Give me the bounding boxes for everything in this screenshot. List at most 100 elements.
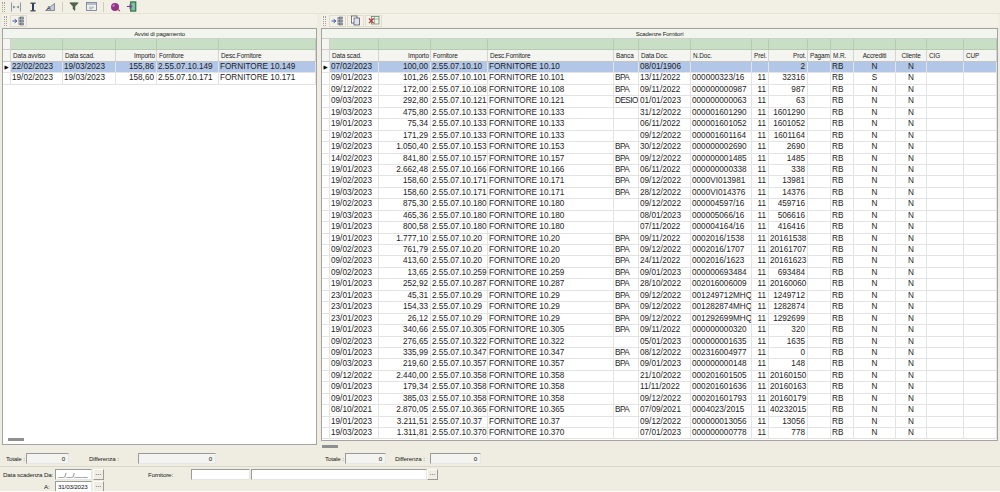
cell[interactable]: 09/03/2023	[330, 96, 379, 107]
cell[interactable]	[808, 199, 831, 210]
cell[interactable]: N	[854, 165, 896, 176]
row-selector-cell[interactable]	[322, 325, 330, 336]
cell[interactable]: 2.55.07.10.171	[431, 188, 488, 199]
row-selector-cell[interactable]	[322, 279, 330, 290]
cell[interactable]: BPA	[614, 291, 639, 302]
cell[interactable]: FORNITORE 10.20	[488, 245, 614, 256]
cell[interactable]: FORNITORE 10.157	[488, 154, 614, 165]
cell[interactable]: BPA	[614, 245, 639, 256]
cell[interactable]: 09/12/2022	[639, 176, 691, 187]
cell[interactable]: 11	[752, 279, 769, 290]
cell[interactable]: BPA	[614, 348, 639, 359]
cell[interactable]: 11	[752, 428, 769, 439]
cell[interactable]	[927, 73, 964, 84]
cell[interactable]: RB	[831, 314, 854, 325]
cell[interactable]: FORNITORE 10.365	[488, 405, 614, 416]
cell[interactable]: 75,34	[379, 119, 431, 130]
cell[interactable]: 0000VI014376	[691, 188, 752, 199]
cell[interactable]: N	[854, 176, 896, 187]
cell[interactable]: 09/11/2022	[639, 325, 691, 336]
cell[interactable]	[927, 176, 964, 187]
cell[interactable]: 11	[752, 211, 769, 222]
cell[interactable]	[927, 199, 964, 210]
table-row[interactable]: 19/01/20233.211,512.55.07.10.37FORNITORE…	[322, 417, 997, 428]
cell[interactable]: N	[854, 62, 896, 73]
cell[interactable]: FORNITORE 10.358	[488, 382, 614, 393]
cell[interactable]: N	[854, 359, 896, 370]
cell[interactable]: FORNITORE 10.171	[488, 176, 614, 187]
cell[interactable]: N	[896, 428, 927, 439]
cell[interactable]	[927, 405, 964, 416]
cell[interactable]	[964, 165, 997, 176]
exit-icon[interactable]	[124, 1, 140, 13]
table-row[interactable]: 23/01/202345,312.55.07.10.29FORNITORE 10…	[322, 291, 997, 302]
cell[interactable]: N	[896, 188, 927, 199]
cell[interactable]: FORNITORE 10.149	[219, 62, 316, 73]
cell[interactable]: 19/02/2023	[330, 142, 379, 153]
row-selector-cell[interactable]	[322, 85, 330, 96]
cell[interactable]: 09/02/2023	[330, 245, 379, 256]
cell[interactable]: 987	[769, 85, 808, 96]
date-from-browse-button[interactable]: ...	[93, 469, 104, 480]
cell[interactable]: 13/11/2022	[639, 73, 691, 84]
cell[interactable]: 09/01/2023	[330, 348, 379, 359]
cell[interactable]: N	[896, 62, 927, 73]
cell[interactable]: 158,60	[116, 73, 157, 84]
cell[interactable]	[927, 234, 964, 245]
cell[interactable]: FORNITORE 10.358	[488, 371, 614, 382]
cell[interactable]: 14376	[769, 188, 808, 199]
cell[interactable]: 09/03/2023	[330, 359, 379, 370]
cell[interactable]	[614, 428, 639, 439]
cell[interactable]: 506616	[769, 211, 808, 222]
cell[interactable]: 413,60	[379, 256, 431, 267]
cell[interactable]: 09/12/2022	[639, 302, 691, 313]
cell[interactable]: N	[854, 96, 896, 107]
cell[interactable]: 20161707	[769, 245, 808, 256]
table-row[interactable]: 19/01/20231.777,102.55.07.10.20FORNITORE…	[322, 234, 997, 245]
column-header-cup[interactable]: CUP	[964, 50, 997, 62]
table-row[interactable]: 09/01/2023385,032.55.07.10.358FORNITORE …	[322, 394, 997, 405]
cell[interactable]: N	[854, 337, 896, 348]
cell[interactable]: N	[854, 371, 896, 382]
cell[interactable]: BPA	[614, 234, 639, 245]
cell[interactable]	[964, 154, 997, 165]
cell[interactable]: N	[896, 314, 927, 325]
row-selector-cell[interactable]	[322, 359, 330, 370]
cell[interactable]: 0004023/2015	[691, 405, 752, 416]
cell[interactable]: 1601164	[769, 131, 808, 142]
cell[interactable]: 2.55.07.10.29	[431, 314, 488, 325]
cell[interactable]: 219,60	[379, 359, 431, 370]
cell[interactable]: N	[854, 154, 896, 165]
cell[interactable]: 13056	[769, 417, 808, 428]
cell[interactable]: 001282874MHQ	[691, 302, 752, 313]
table-row[interactable]: ▶22/02/202319/03/2023155,862.55.07.10.14…	[3, 62, 316, 73]
row-selector-cell[interactable]	[322, 291, 330, 302]
cell[interactable]: N	[854, 131, 896, 142]
cell[interactable]: 2.55.07.10.157	[431, 154, 488, 165]
cell[interactable]: 2.55.07.10.358	[431, 382, 488, 393]
cell[interactable]: 001292699MHQ	[691, 314, 752, 325]
cell[interactable]: 0002016/1623	[691, 256, 752, 267]
cell[interactable]: 800,58	[379, 222, 431, 233]
cell[interactable]: FORNITORE 10.108	[488, 85, 614, 96]
table-row[interactable]: 19/01/2023252,922.55.07.10.287FORNITORE …	[322, 279, 997, 290]
row-selector-cell[interactable]: ▶	[3, 62, 11, 73]
cell[interactable]: FORNITORE 10.29	[488, 302, 614, 313]
cell[interactable]: 000000000148	[691, 359, 752, 370]
cell[interactable]: 459716	[769, 199, 808, 210]
cell[interactable]: 101,26	[379, 73, 431, 84]
cell[interactable]: FORNITORE 10.133	[488, 131, 614, 142]
row-selector-cell[interactable]	[322, 234, 330, 245]
cell[interactable]: 000000000987	[691, 85, 752, 96]
row-selector-cell[interactable]	[322, 108, 330, 119]
cell[interactable]: 08/01/2023	[639, 211, 691, 222]
cell[interactable]: N	[896, 417, 927, 428]
cell[interactable]	[927, 428, 964, 439]
column-info-icon[interactable]	[25, 1, 41, 13]
column-header-data-scad-[interactable]: Data scad.	[330, 50, 379, 62]
cell[interactable]: 2.55.07.10.347	[431, 348, 488, 359]
cell[interactable]: 19/02/2023	[11, 73, 63, 84]
cell[interactable]: 05/01/2023	[639, 337, 691, 348]
table-row[interactable]: 19/01/2023340,662.55.07.10.305FORNITORE …	[322, 325, 997, 336]
cell[interactable]: 252,92	[379, 279, 431, 290]
